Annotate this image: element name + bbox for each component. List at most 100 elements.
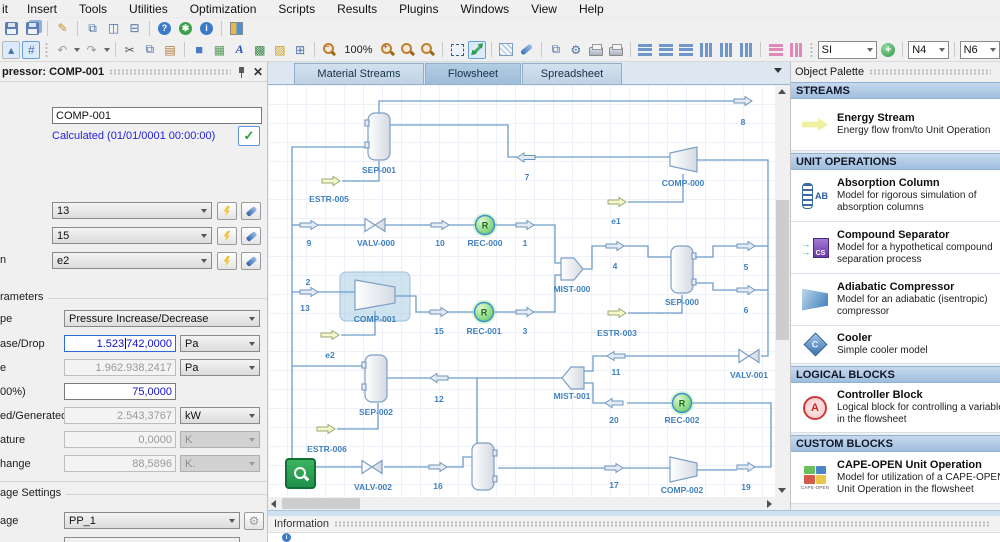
efficiency-field[interactable]: 75,0000 [64,383,176,400]
energy-stream-e1[interactable] [607,197,627,207]
object-name-field[interactable]: COMP-001 [52,107,262,124]
undo-dropdown-icon[interactable] [74,47,81,52]
edit-description-icon[interactable]: ✎ [53,19,72,37]
scroll-up-icon[interactable] [778,89,786,94]
snap-grid-icon[interactable] [497,41,515,59]
energy-unit-select[interactable]: kW [180,407,260,424]
palette-item-controller-block[interactable]: A Controller Block Logical block for con… [791,383,1000,433]
unit-sep-000[interactable] [670,245,697,294]
palette-item-absorption-column[interactable]: AB Absorption Column Model for rigorous … [791,170,1000,222]
stream-12[interactable] [429,373,449,383]
stream-2[interactable] [299,287,319,297]
zoom-in-icon[interactable]: + [378,41,396,59]
select-mode-icon[interactable] [448,41,466,59]
number-format-select-1[interactable]: N4 [908,40,949,59]
zoom-out-icon[interactable]: − [320,41,338,59]
distribute-horizontal-icon[interactable] [766,41,784,59]
align-right-icon[interactable] [677,41,695,59]
energy-disconnect-button[interactable] [241,252,261,270]
menu-scripts[interactable]: Scripts [267,1,326,17]
outlet-quick-create-button[interactable] [217,227,237,245]
palette-section-logical-blocks[interactable]: LOGICAL BLOCKS [791,366,1000,383]
redo-icon[interactable]: ↷ [82,41,100,59]
unit-sep-003[interactable] [471,442,498,491]
palette-item-cooler[interactable]: C Cooler Simple cooler model [791,326,1000,364]
save-all-icon[interactable] [23,19,42,37]
cut-icon[interactable]: ✂ [121,41,139,59]
stream-16[interactable] [428,462,448,472]
zoom-selected-icon[interactable] [419,41,437,59]
inlet-disconnect-button[interactable] [241,202,261,220]
menu-utilities[interactable]: Utilities [118,1,179,17]
palette-section-streams[interactable]: STREAMS [791,82,1000,99]
inlet-stream-select[interactable]: 13 [52,202,212,219]
menu-edit[interactable]: it [0,1,16,17]
stream-19[interactable] [736,462,756,472]
redo-dropdown-icon[interactable] [103,47,110,52]
copy-icon[interactable]: ⧉ [141,41,159,59]
add-dynamic-chart-icon[interactable]: ▨ [271,41,289,59]
stream-11[interactable] [606,351,626,361]
menu-plugins[interactable]: Plugins [388,1,449,17]
property-package-select[interactable]: PP_1 [64,512,240,529]
unit-mist-000[interactable] [560,257,584,281]
outlet-stream-select[interactable]: 15 [52,227,212,244]
connect-tool-icon[interactable] [518,41,536,59]
flash-algorithm-select[interactable] [64,537,240,542]
energy-quick-create-button[interactable] [217,252,237,270]
palette-item-energy-stream[interactable]: Energy Stream Energy flow from/to Unit O… [791,99,1000,151]
stream-20[interactable] [604,398,624,408]
print-preview-icon[interactable] [607,41,625,59]
vertical-scroll-thumb[interactable] [776,200,789,340]
inlet-quick-create-button[interactable] [217,202,237,220]
palette-section-unit-operations[interactable]: UNIT OPERATIONS [791,153,1000,170]
stream-4[interactable] [605,241,625,251]
stream-15[interactable] [429,307,449,317]
unit-comp-000[interactable] [669,146,698,173]
unit-comp-002[interactable] [669,456,698,483]
unit-valv-000[interactable] [364,217,386,233]
undo-icon[interactable]: ↶ [53,41,71,59]
zoom-fit-icon[interactable] [399,41,417,59]
energy-stream-estr-005[interactable] [321,176,341,186]
menu-optimization[interactable]: Optimization [179,1,268,17]
unit-mist-001[interactable] [561,366,585,390]
save-icon[interactable] [2,19,21,37]
unit-sep-001[interactable] [364,112,391,161]
stream-7[interactable] [516,152,536,163]
energy-stream-estr-006[interactable] [316,424,336,434]
tile-vertical-icon[interactable]: ◫ [104,19,123,37]
move-mode-icon[interactable] [468,40,487,59]
stream-3[interactable] [515,307,535,317]
menu-insert[interactable]: Insert [16,1,68,17]
palette-item-adiabatic-compressor[interactable]: Adiabatic Compressor Model for an adiaba… [791,274,1000,326]
scroll-left-icon[interactable] [271,500,276,508]
package-settings-button[interactable]: ⚙ [244,512,264,530]
help-icon[interactable]: ? [155,19,174,37]
align-middle-icon[interactable] [717,41,735,59]
align-bottom-icon[interactable] [737,41,755,59]
pin-icon[interactable] [236,66,247,78]
print-icon[interactable] [587,41,605,59]
menu-view[interactable]: View [520,1,568,17]
unit-valv-001[interactable] [738,348,760,364]
menu-windows[interactable]: Windows [449,1,520,17]
about-icon[interactable]: i [197,19,216,37]
close-icon[interactable]: ✕ [253,66,263,78]
energy-stream-select[interactable]: e2 [52,252,212,269]
pressure-unit-select[interactable]: Pa [180,359,260,376]
pressure-increase-unit-select[interactable]: Pa [180,335,260,352]
page-setup-icon[interactable]: ⚙ [567,41,585,59]
palette-item-compound-separator[interactable]: → → CS Compound Separator Model for a hypo… [791,222,1000,274]
stream-9[interactable] [299,220,319,230]
stream-8[interactable] [733,96,753,106]
units-system-select[interactable]: SI [817,40,878,59]
tab-flowsheet[interactable]: Flowsheet [425,63,521,84]
horizontal-scrollbar[interactable] [268,497,775,510]
stream-5[interactable] [736,241,756,251]
add-picture-icon[interactable]: ▦ [210,41,228,59]
add-table-icon[interactable]: ⊞ [291,41,309,59]
tab-material-streams[interactable]: Material Streams [294,63,424,84]
calculate-check-button[interactable]: ✓ [238,126,260,146]
stream-17[interactable] [604,463,624,473]
